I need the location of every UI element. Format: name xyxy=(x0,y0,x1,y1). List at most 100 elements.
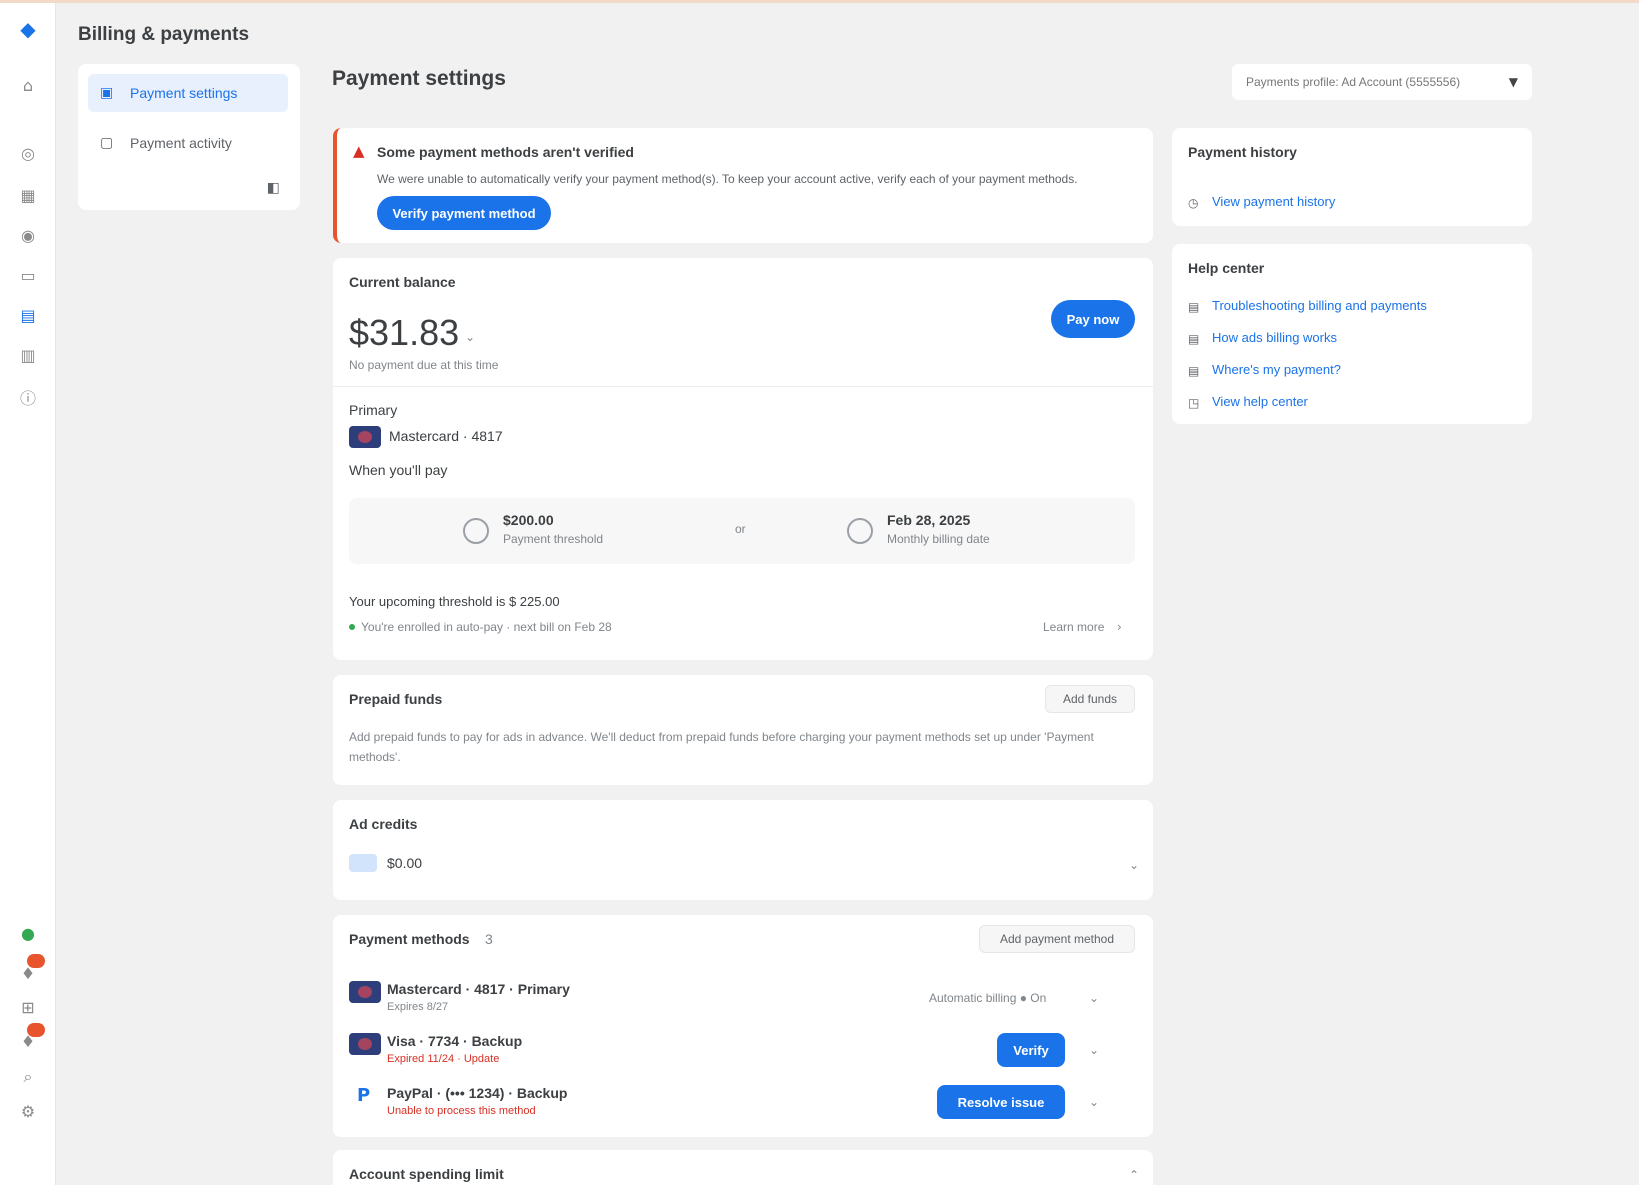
primary-label: Primary xyxy=(349,402,398,418)
payment-method-row[interactable]: Visa · 7734 · Backup Expired 11/24 · Upd… xyxy=(349,1033,1139,1073)
chevron-down-icon[interactable]: ⌄ xyxy=(1089,1043,1099,1057)
alert-text: We were unable to automatically verify y… xyxy=(377,172,1078,186)
when-you-pay-label: When you'll pay xyxy=(349,462,448,478)
help-center-card: Help center ▤ Troubleshooting billing an… xyxy=(1172,244,1532,424)
spending-limit-title: Account spending limit xyxy=(349,1166,504,1182)
billing-date-sub: Monthly billing date xyxy=(887,532,990,546)
alert-badge xyxy=(27,1023,45,1037)
payment-history-title: Payment history xyxy=(1188,144,1297,160)
search-icon[interactable]: ⌕ xyxy=(16,1065,40,1089)
billing-icon[interactable]: ▤ xyxy=(16,303,40,327)
visa-logo-icon xyxy=(349,1033,381,1055)
payment-method-name: Visa · 7734 · Backup xyxy=(387,1033,523,1049)
verify-button[interactable]: Verify xyxy=(997,1033,1065,1067)
left-navigation: ▣ Payment settings ▢ Payment activity ◧ xyxy=(78,64,300,210)
balance-note: No payment due at this time xyxy=(349,358,499,372)
info-icon[interactable]: ⓘ xyxy=(16,385,40,409)
payment-methods-title: Payment methods xyxy=(349,931,470,947)
payment-methods-count: 3 xyxy=(485,931,493,947)
page-title: Billing & payments xyxy=(78,24,250,45)
billing-date: Feb 28, 2025 xyxy=(887,512,971,528)
balance-info-icon[interactable]: ⌄ xyxy=(465,330,475,344)
chevron-down-icon[interactable]: ⌄ xyxy=(1129,858,1139,872)
chevron-down-icon[interactable]: ⌄ xyxy=(1089,991,1099,1005)
status-icon[interactable]: ● xyxy=(16,921,40,945)
ad-credits-card: Ad credits $0.00 ⌄ xyxy=(333,800,1153,900)
home-icon[interactable]: ⌂ xyxy=(16,73,40,97)
notification-badge xyxy=(27,954,45,968)
payment-method-name: Mastercard · 4817 · Primary xyxy=(387,981,570,997)
primary-card: Mastercard · 4817 xyxy=(389,428,503,444)
warning-icon: ▲ xyxy=(353,142,365,160)
nav-item-label: Payment activity xyxy=(130,135,232,151)
card-icon: ▣ xyxy=(100,85,114,101)
threshold-sub: Payment threshold xyxy=(503,532,604,546)
help-link[interactable]: Troubleshooting billing and payments xyxy=(1212,298,1427,313)
article-icon: ▤ xyxy=(1188,332,1200,346)
apps-icon[interactable]: ⊞ xyxy=(16,995,40,1019)
threshold-amount: $200.00 xyxy=(503,512,554,528)
nav-item-payment-activity[interactable]: ▢ Payment activity xyxy=(88,124,288,162)
alert-title: Some payment methods aren't verified xyxy=(377,144,634,160)
payment-history-card: Payment history ◷ View payment history xyxy=(1172,128,1532,226)
autobilling-status: Automatic billing ● On xyxy=(929,991,1047,1005)
payments-profile-select[interactable]: Payments profile: Ad Account (5555556) ▼ xyxy=(1232,64,1532,100)
spending-limit-card: Account spending limit ⌃ xyxy=(333,1150,1153,1185)
balance-title: Current balance xyxy=(349,274,456,290)
add-funds-button[interactable]: Add funds xyxy=(1045,685,1135,713)
payment-method-row[interactable]: Mastercard · 4817 · Primary Expires 8/27… xyxy=(349,981,1139,1021)
icon-rail: ◆ ⌂ ◎ ▦ ◉ ▭ ▤ ▥ ⓘ ● ♦ ⊞ ♦ ⌕ ⚙ xyxy=(0,3,56,1185)
paypal-logo-icon: P xyxy=(357,1085,371,1106)
mastercard-logo-icon xyxy=(349,426,381,448)
resolve-issue-button[interactable]: Resolve issue xyxy=(937,1085,1065,1119)
threshold-icon xyxy=(463,518,489,544)
help-center-title: Help center xyxy=(1188,260,1265,276)
settings-icon[interactable]: ⚙ xyxy=(16,1099,40,1123)
article-icon: ▤ xyxy=(1188,364,1200,378)
or-separator: or xyxy=(735,522,746,536)
chevron-down-icon: ▼ xyxy=(1508,75,1518,89)
chevron-up-icon[interactable]: ⌃ xyxy=(1129,1168,1139,1182)
article-icon: ▤ xyxy=(1188,300,1200,314)
nav-item-payment-settings[interactable]: ▣ Payment settings xyxy=(88,74,288,112)
prepaid-text: Add prepaid funds to pay for ads in adva… xyxy=(349,730,1094,764)
tools-icon[interactable]: ◉ xyxy=(16,223,40,247)
payment-method-row[interactable]: P PayPal · (••• 1234) · Backup Unable to… xyxy=(349,1085,1139,1125)
audience-icon[interactable]: ▭ xyxy=(16,263,40,287)
payment-method-name: PayPal · (••• 1234) · Backup xyxy=(387,1085,568,1101)
external-link-icon: ◳ xyxy=(1188,396,1200,410)
verification-alert: ▲ Some payment methods aren't verified W… xyxy=(333,128,1153,243)
autopay-status-icon xyxy=(349,624,355,630)
section-title: Payment settings xyxy=(332,67,506,90)
chevron-right-icon: › xyxy=(1117,620,1122,634)
app-logo-icon[interactable]: ◆ xyxy=(16,17,40,41)
collapse-nav-icon[interactable]: ◧ xyxy=(267,180,280,196)
pay-now-button[interactable]: Pay now xyxy=(1051,300,1135,338)
help-link[interactable]: Where's my payment? xyxy=(1212,362,1341,377)
admin-icon[interactable]: ▥ xyxy=(16,343,40,367)
top-accent-line xyxy=(0,0,1639,3)
autopay-note: You're enrolled in auto-pay · next bill … xyxy=(361,620,612,634)
activity-icon: ▢ xyxy=(100,135,114,151)
payment-method-sub: Unable to process this method xyxy=(387,1105,536,1117)
add-payment-method-button[interactable]: Add payment method xyxy=(979,925,1135,953)
payment-method-sub: Expired 11/24 · Update xyxy=(387,1053,500,1065)
nav-item-label: Payment settings xyxy=(130,85,238,101)
history-icon: ◷ xyxy=(1188,196,1199,210)
current-balance-card: Current balance $31.83 ⌄ No payment due … xyxy=(333,258,1153,660)
goals-icon[interactable]: ▦ xyxy=(16,183,40,207)
help-link[interactable]: How ads billing works xyxy=(1212,330,1337,345)
prepaid-funds-card: Prepaid funds Add funds Add prepaid fund… xyxy=(333,675,1153,785)
payment-methods-card: Payment methods 3 Add payment method Mas… xyxy=(333,915,1153,1137)
mastercard-logo-icon xyxy=(349,981,381,1003)
campaigns-icon[interactable]: ◎ xyxy=(16,141,40,165)
profile-select-value: Payments profile: Ad Account (5555556) xyxy=(1246,75,1461,89)
view-payment-history-link[interactable]: View payment history xyxy=(1212,194,1335,209)
chevron-down-icon[interactable]: ⌄ xyxy=(1089,1095,1099,1109)
prepaid-title: Prepaid funds xyxy=(349,691,443,707)
learn-more-link[interactable]: Learn more xyxy=(1043,620,1104,634)
verify-payment-method-button[interactable]: Verify payment method xyxy=(377,196,551,230)
credit-icon xyxy=(349,854,377,872)
help-link[interactable]: View help center xyxy=(1212,394,1308,409)
balance-amount: $31.83 xyxy=(349,312,460,353)
